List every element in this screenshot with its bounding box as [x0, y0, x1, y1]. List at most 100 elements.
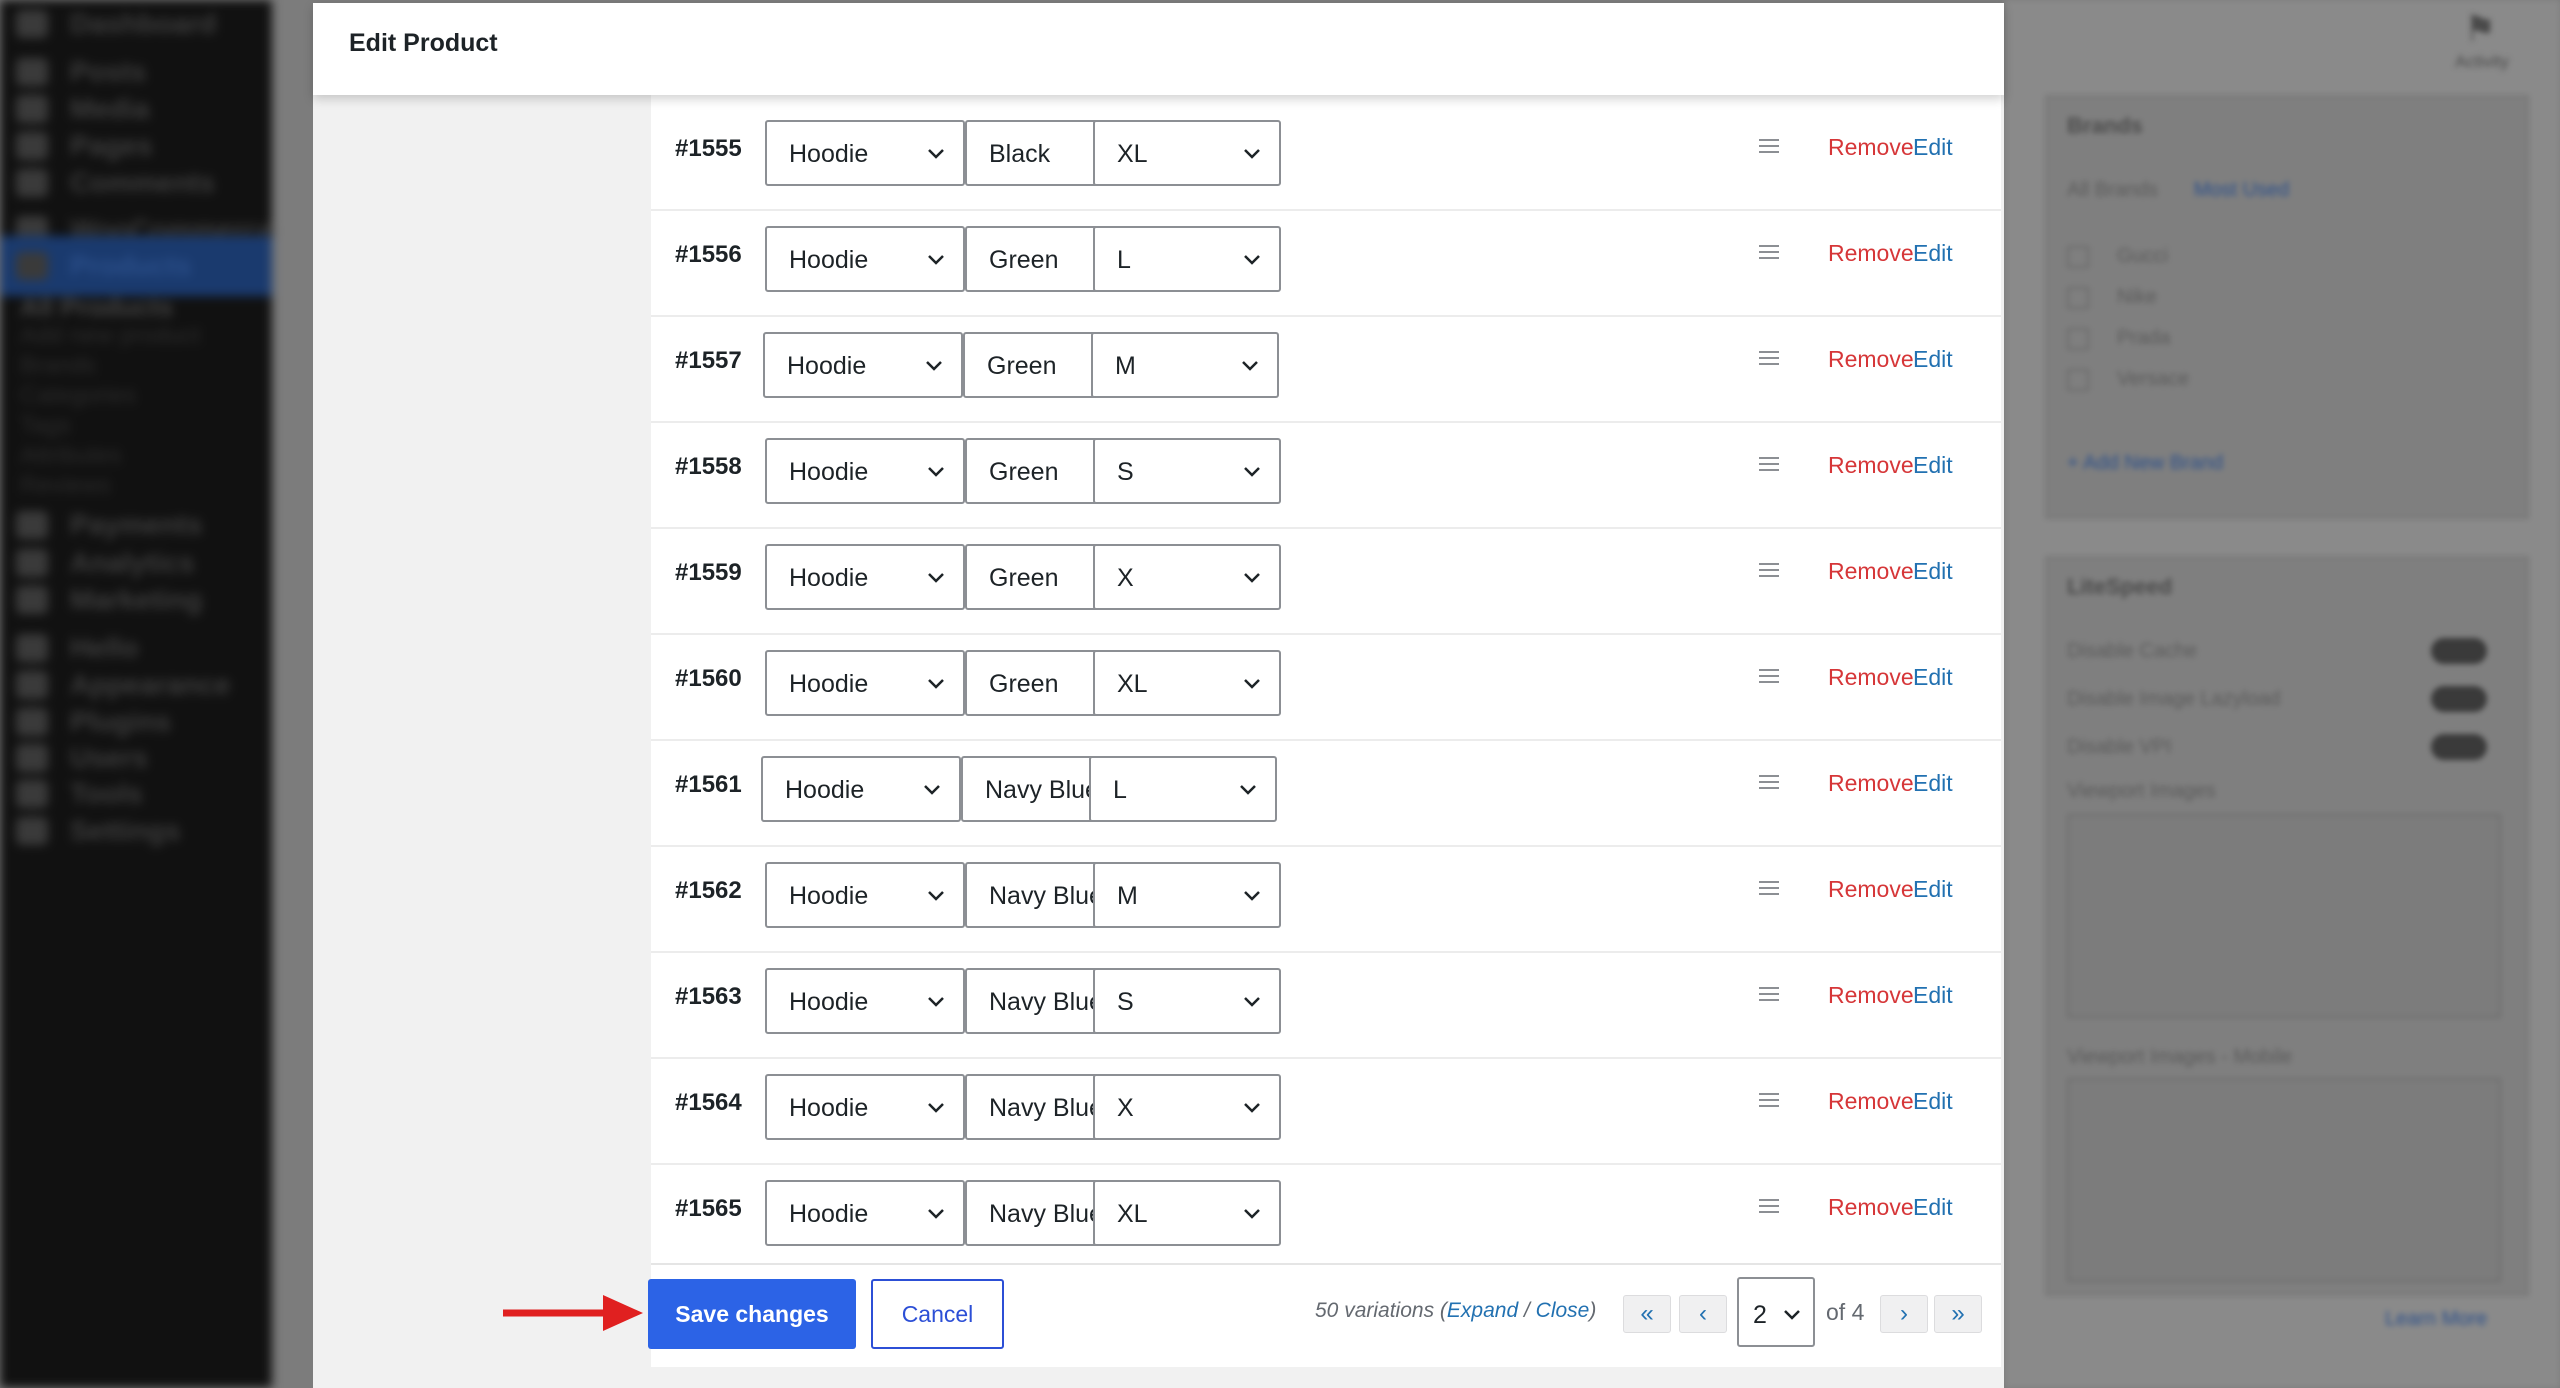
litespeed-option-label: Disable VPI [2067, 736, 2172, 758]
edit-link[interactable]: Edit [1913, 664, 1953, 691]
remove-link[interactable]: Remove [1828, 770, 1914, 797]
size-select[interactable]: S [1093, 968, 1281, 1034]
type-select-value: Hoodie [789, 988, 869, 1016]
type-select-value: Hoodie [789, 246, 869, 274]
sidebar-item-appearance: Appearance [16, 669, 231, 700]
edit-link[interactable]: Edit [1913, 1194, 1953, 1221]
remove-link[interactable]: Remove [1828, 1088, 1914, 1115]
save-changes-button[interactable]: Save changes [648, 1279, 856, 1349]
size-select[interactable]: S [1093, 438, 1281, 504]
variation-row: #1564 Hoodie Navy Blue X Remove Edit [651, 1057, 2001, 1165]
brand-option: Gucci [2067, 245, 2168, 268]
size-select[interactable]: XL [1093, 120, 1281, 186]
size-select[interactable]: M [1091, 332, 1279, 398]
color-select-value: Green [989, 458, 1059, 486]
size-select[interactable]: XL [1093, 650, 1281, 716]
edit-link[interactable]: Edit [1913, 770, 1953, 797]
type-select[interactable]: Hoodie [765, 120, 965, 186]
variation-row: #1558 Hoodie Green S Remove Edit [651, 421, 2001, 529]
remove-link[interactable]: Remove [1828, 346, 1914, 373]
type-select[interactable]: Hoodie [763, 332, 963, 398]
remove-link[interactable]: Remove [1828, 664, 1914, 691]
brand-option-label: Nike [2117, 286, 2158, 308]
drag-handle-icon[interactable] [1759, 457, 1779, 471]
remove-link[interactable]: Remove [1828, 876, 1914, 903]
variation-id: #1565 [675, 1195, 742, 1222]
type-select[interactable]: Hoodie [765, 862, 965, 928]
size-select-value: M [1115, 352, 1136, 380]
type-select[interactable]: Hoodie [765, 968, 965, 1034]
edit-link[interactable]: Edit [1913, 452, 1953, 479]
sidebar-item-hello: Hello [16, 632, 138, 663]
drag-handle-icon[interactable] [1759, 351, 1779, 365]
separator: / [1518, 1299, 1536, 1322]
drag-handle-icon[interactable] [1759, 139, 1779, 153]
variation-row: #1565 Hoodie Navy Blue XL Remove Edit [651, 1163, 2001, 1271]
drag-handle-icon[interactable] [1759, 1093, 1779, 1107]
remove-link[interactable]: Remove [1828, 240, 1914, 267]
menu-icon [16, 586, 48, 614]
prev-page-button[interactable]: ‹ [1679, 1295, 1727, 1333]
type-select-value: Hoodie [785, 776, 865, 804]
toggle-switch [2431, 734, 2487, 760]
drag-handle-icon[interactable] [1759, 1199, 1779, 1213]
variation-id: #1564 [675, 1089, 742, 1116]
first-page-button[interactable]: « [1623, 1295, 1671, 1333]
sidebar-subitem: Brands [20, 352, 97, 379]
edit-link[interactable]: Edit [1913, 982, 1953, 1009]
drag-handle-icon[interactable] [1759, 881, 1779, 895]
sidebar-item-label: Appearance [70, 669, 231, 700]
size-select[interactable]: XL [1093, 1180, 1281, 1246]
brands-panel: Brands All Brands Most Used Gucci Nike Pra… [2045, 95, 2529, 519]
expand-link[interactable]: Expand [1447, 1299, 1518, 1322]
remove-link[interactable]: Remove [1828, 452, 1914, 479]
sidebar-item-label: Marketing [70, 584, 203, 615]
drag-handle-icon[interactable] [1759, 669, 1779, 683]
size-select[interactable]: L [1093, 226, 1281, 292]
type-select[interactable]: Hoodie [765, 226, 965, 292]
drag-handle-icon[interactable] [1759, 245, 1779, 259]
type-select[interactable]: Hoodie [765, 1180, 965, 1246]
edit-link[interactable]: Edit [1913, 240, 1953, 267]
type-select[interactable]: Hoodie [765, 650, 965, 716]
edit-link[interactable]: Edit [1913, 134, 1953, 161]
remove-link[interactable]: Remove [1828, 134, 1914, 161]
type-select[interactable]: Hoodie [765, 544, 965, 610]
brand-option: Prada [2067, 327, 2170, 350]
size-select[interactable]: M [1093, 862, 1281, 928]
sidebar-item-label: Users [70, 742, 148, 773]
drag-handle-icon[interactable] [1759, 987, 1779, 1001]
edit-link[interactable]: Edit [1913, 558, 1953, 585]
edit-link[interactable]: Edit [1913, 1088, 1953, 1115]
type-select[interactable]: Hoodie [761, 756, 961, 822]
size-select-value: X [1117, 564, 1134, 592]
menu-icon [16, 708, 48, 736]
drag-handle-icon[interactable] [1759, 563, 1779, 577]
last-page-button[interactable]: » [1934, 1295, 1982, 1333]
next-page-button[interactable]: › [1880, 1295, 1928, 1333]
size-select[interactable]: X [1093, 544, 1281, 610]
edit-link[interactable]: Edit [1913, 876, 1953, 903]
color-select-value: Green [987, 352, 1057, 380]
size-select[interactable]: X [1093, 1074, 1281, 1140]
sidebar-subitem: Tags [20, 412, 71, 439]
chevron-down-icon [1784, 1310, 1800, 1320]
size-select-value: XL [1117, 140, 1148, 168]
remove-link[interactable]: Remove [1828, 1194, 1914, 1221]
admin-sidebar: Dashboard Posts Media Pages Comments WooComme… [0, 0, 275, 1388]
remove-link[interactable]: Remove [1828, 982, 1914, 1009]
cancel-button[interactable]: Cancel [871, 1279, 1004, 1349]
chevron-down-icon [1244, 149, 1260, 159]
remove-link[interactable]: Remove [1828, 558, 1914, 585]
edit-link[interactable]: Edit [1913, 346, 1953, 373]
type-select[interactable]: Hoodie [765, 1074, 965, 1140]
variations-count-text: 50 variations [1315, 1299, 1435, 1322]
close-link[interactable]: Close [1536, 1299, 1590, 1322]
sidebar-item-dashboard: Dashboard [16, 8, 216, 39]
brand-option: Versace [2067, 368, 2189, 391]
drag-handle-icon[interactable] [1759, 775, 1779, 789]
page-select[interactable]: 2 [1737, 1277, 1815, 1347]
sidebar-item-label: Pages [70, 130, 153, 161]
size-select[interactable]: L [1089, 756, 1277, 822]
type-select[interactable]: Hoodie [765, 438, 965, 504]
